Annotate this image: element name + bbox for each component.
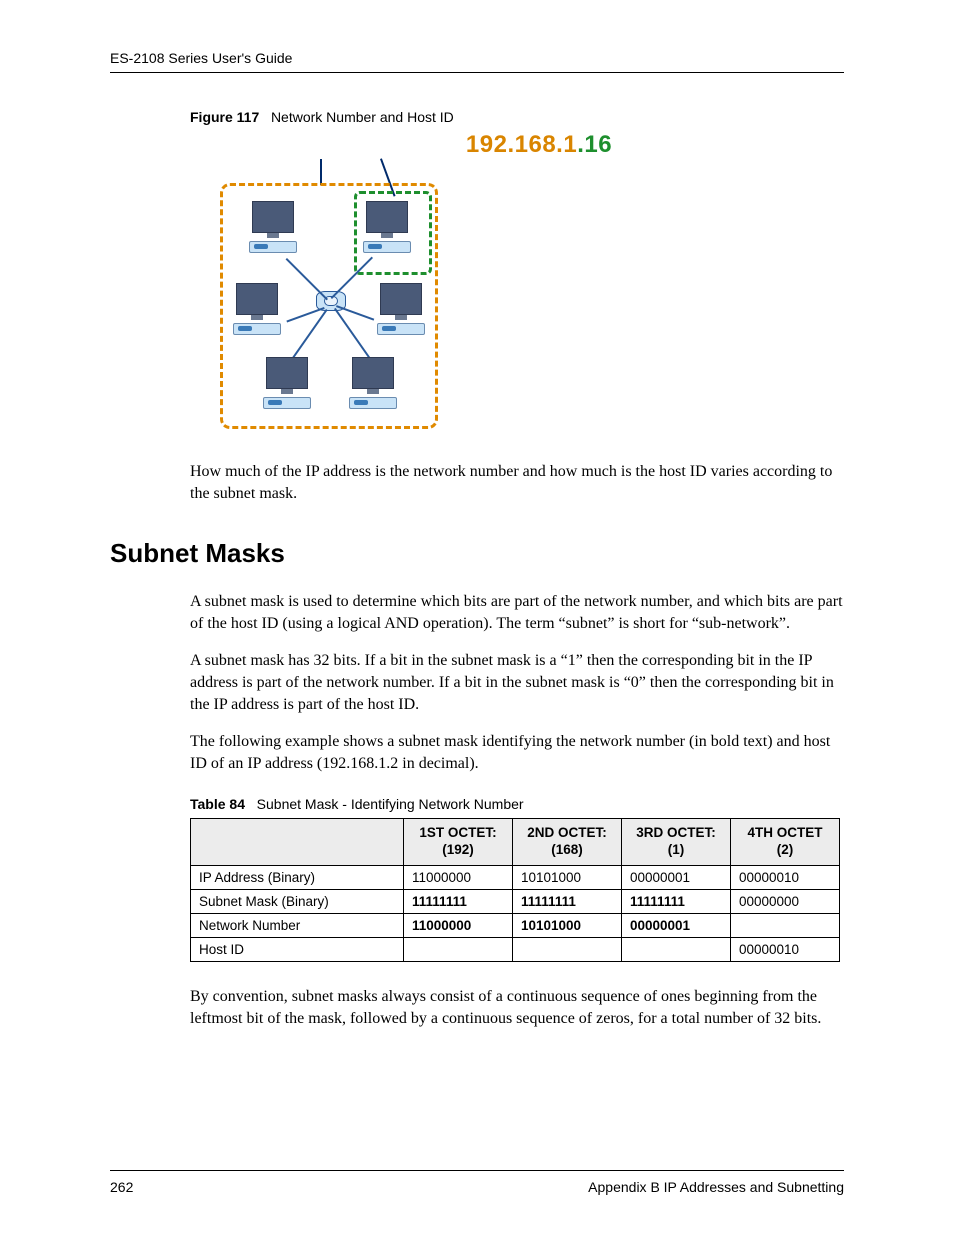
table-cell: 00000010	[731, 938, 840, 962]
paragraph: By convention, subnet masks always consi…	[190, 986, 844, 1029]
ip-network-part: 192.168.1	[466, 131, 577, 158]
row-label: Host ID	[191, 938, 404, 962]
table-row: IP Address (Binary)110000001010100000000…	[191, 866, 840, 890]
row-label: Subnet Mask (Binary)	[191, 890, 404, 914]
table-header-cell: 3RD OCTET:(1)	[622, 819, 731, 866]
table-row: Network Number110000001010100000000001	[191, 914, 840, 938]
table-cell: 10101000	[513, 866, 622, 890]
figure-caption: Figure 117 Network Number and Host ID	[190, 109, 844, 125]
table-cell: 00000001	[622, 914, 731, 938]
row-label: IP Address (Binary)	[191, 866, 404, 890]
table-cell	[513, 938, 622, 962]
ip-host-part: 16	[584, 131, 612, 158]
table-cell: 00000010	[731, 866, 840, 890]
figure-117: 192.168.1.16	[220, 131, 844, 431]
page-footer: 262 Appendix B IP Addresses and Subnetti…	[110, 1170, 844, 1195]
paragraph: The following example shows a subnet mas…	[190, 731, 844, 774]
section-heading: Subnet Masks	[110, 538, 844, 569]
table-cell: 00000000	[731, 890, 840, 914]
computer-icon	[262, 357, 312, 409]
page-number: 262	[110, 1179, 133, 1195]
table-cell	[622, 938, 731, 962]
table-cell: 00000001	[622, 866, 731, 890]
network-diagram	[220, 161, 450, 431]
computer-icon	[376, 283, 426, 335]
figure-title: Network Number and Host ID	[271, 109, 454, 125]
table-header-cell: 4TH OCTET(2)	[731, 819, 840, 866]
table-cell: 11111111	[622, 890, 731, 914]
document-page: ES-2108 Series User's Guide Figure 117 N…	[0, 0, 954, 1235]
ip-address-label: 192.168.1.16	[234, 131, 844, 159]
table-header-cell: 2ND OCTET:(168)	[513, 819, 622, 866]
paragraph: A subnet mask is used to determine which…	[190, 591, 844, 634]
table-cell: 11111111	[513, 890, 622, 914]
computer-icon	[362, 201, 412, 253]
page-header: ES-2108 Series User's Guide	[110, 50, 844, 73]
table-row: Subnet Mask (Binary)11111111111111111111…	[191, 890, 840, 914]
figure-label: Figure 117	[190, 109, 259, 125]
subnet-mask-table: 1ST OCTET:(192) 2ND OCTET:(168) 3RD OCTE…	[190, 818, 840, 962]
table-cell	[404, 938, 513, 962]
table-cell: 10101000	[513, 914, 622, 938]
table-cell	[731, 914, 840, 938]
table-header-cell: 1ST OCTET:(192)	[404, 819, 513, 866]
footer-section: Appendix B IP Addresses and Subnetting	[588, 1179, 844, 1195]
table-title: Subnet Mask - Identifying Network Number	[257, 796, 524, 812]
table-header-row: 1ST OCTET:(192) 2ND OCTET:(168) 3RD OCTE…	[191, 819, 840, 866]
row-label: Network Number	[191, 914, 404, 938]
table-body: IP Address (Binary)110000001010100000000…	[191, 866, 840, 962]
table-cell: 11111111	[404, 890, 513, 914]
table-header-cell	[191, 819, 404, 866]
computer-icon	[348, 357, 398, 409]
paragraph: How much of the IP address is the networ…	[190, 461, 844, 504]
guide-title: ES-2108 Series User's Guide	[110, 50, 292, 66]
paragraph: A subnet mask has 32 bits. If a bit in t…	[190, 650, 844, 715]
computer-icon	[232, 283, 282, 335]
table-caption: Table 84 Subnet Mask - Identifying Netwo…	[190, 796, 844, 812]
pointer-line-network	[320, 159, 322, 185]
computer-icon	[248, 201, 298, 253]
table-row: Host ID 00000010	[191, 938, 840, 962]
table-label: Table 84	[190, 796, 245, 812]
table-cell: 11000000	[404, 866, 513, 890]
table-cell: 11000000	[404, 914, 513, 938]
